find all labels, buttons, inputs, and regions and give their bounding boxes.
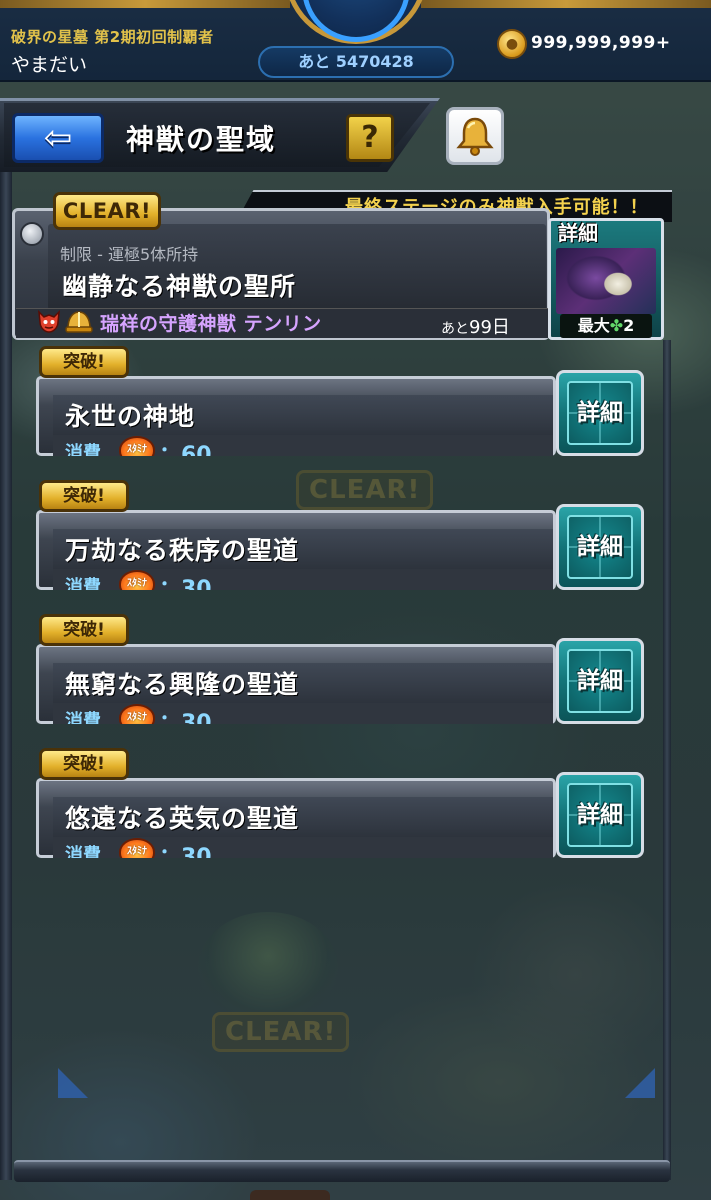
portrait-detail-label: 詳細: [558, 221, 598, 245]
quest-restriction: 制限 - 運極5体所持: [60, 245, 199, 264]
remaining-days: あと99日: [441, 313, 510, 339]
boss-portrait-image: [556, 248, 656, 314]
stage-row[interactable]: 無窮なる興隆の聖道 消費 ｽﾀﾐﾅ ：30 突破! 詳細: [36, 614, 644, 724]
detail-button-label: 詳細: [577, 400, 623, 426]
coin-count: 999,999,999+: [531, 33, 671, 53]
scroll-left-indicator[interactable]: [58, 1068, 88, 1098]
stage-title: 無窮なる興隆の聖道: [65, 670, 300, 699]
coin-icon: ●: [497, 29, 527, 59]
frame-right-edge: [663, 340, 671, 1180]
clear-badge: CLEAR!: [53, 192, 161, 230]
area-title: 神獣の聖域: [126, 123, 277, 156]
bell-icon: [456, 117, 494, 156]
stage-row[interactable]: 悠遠なる英気の聖道 消費 ｽﾀﾐﾅ ：30 突破! 詳細: [36, 748, 644, 858]
rank-gauge-ring: [302, 0, 410, 42]
stage-body: 無窮なる興隆の聖道 消費 ｽﾀﾐﾅ ：30: [36, 644, 556, 724]
stage-body: 悠遠なる英気の聖道 消費 ｽﾀﾐﾅ ：30: [36, 778, 556, 858]
breakthrough-badge: 突破!: [39, 346, 129, 378]
clover-icon: ✤: [609, 316, 624, 335]
panel-rivet: [20, 222, 44, 246]
max-label: 最大: [577, 316, 610, 335]
header-gold-trim: [421, 0, 711, 8]
top-header: 破界の星墓 第2期初回制覇者 やまだい あと 5470428 ● 999,999…: [0, 0, 711, 82]
detail-button-label: 詳細: [577, 668, 623, 694]
stage-detail-button[interactable]: 詳細: [556, 370, 644, 456]
frame-bottom-edge: [14, 1160, 670, 1182]
stage-body: 万劫なる秩序の聖道 消費 ｽﾀﾐﾅ ：30: [36, 510, 556, 590]
max-luck-label: 最大✤2: [560, 314, 652, 338]
max-value: 2: [623, 316, 635, 335]
stage-title: 永世の神地: [65, 402, 196, 431]
player-name: やまだい: [11, 54, 88, 76]
demon-icon: [38, 309, 60, 333]
breakthrough-badge: 突破!: [39, 748, 129, 780]
help-button[interactable]: ?: [346, 114, 394, 162]
stage-title: 万劫なる秩序の聖道: [65, 536, 300, 565]
stage-row[interactable]: 永世の神地 消費 ｽﾀﾐﾅ ：60 突破! 詳細: [36, 346, 644, 456]
back-arrow-icon: ⇦: [43, 118, 73, 158]
remaining-prefix: あと: [441, 321, 469, 337]
back-button[interactable]: ⇦: [12, 113, 104, 163]
stamina-remaining-text: あと 5470428: [298, 52, 414, 71]
remaining-value: 99日: [469, 317, 510, 338]
header-gold-trim: [0, 0, 290, 8]
notification-button[interactable]: [446, 107, 504, 165]
stage-body: 永世の神地 消費 ｽﾀﾐﾅ ：60: [36, 376, 556, 456]
stage-detail-button[interactable]: 詳細: [556, 772, 644, 858]
stage-detail-button[interactable]: 詳細: [556, 504, 644, 590]
breakthrough-badge: 突破!: [39, 480, 129, 512]
breakthrough-badge: 突破!: [39, 614, 129, 646]
stage-row[interactable]: 万劫なる秩序の聖道 消費 ｽﾀﾐﾅ ：30 突破! 詳細: [36, 480, 644, 590]
stage-detail-button[interactable]: 詳細: [556, 638, 644, 724]
frame-left-edge: [0, 150, 12, 1180]
player-title: 破界の星墓 第2期初回制覇者: [11, 28, 214, 46]
detail-button-label: 詳細: [577, 534, 623, 560]
frame-bottom-tab: [250, 1190, 330, 1200]
helmet-icon: [65, 311, 93, 333]
quest-title: 幽静なる神獣の聖所: [62, 272, 297, 301]
stage-title: 悠遠なる英気の聖道: [65, 804, 300, 833]
detail-button-label: 詳細: [577, 802, 623, 828]
boss-name: 瑞祥の守護神獣 テンリン: [100, 313, 322, 335]
stamina-counter: あと 5470428: [258, 46, 454, 78]
scroll-right-indicator[interactable]: [625, 1068, 655, 1098]
